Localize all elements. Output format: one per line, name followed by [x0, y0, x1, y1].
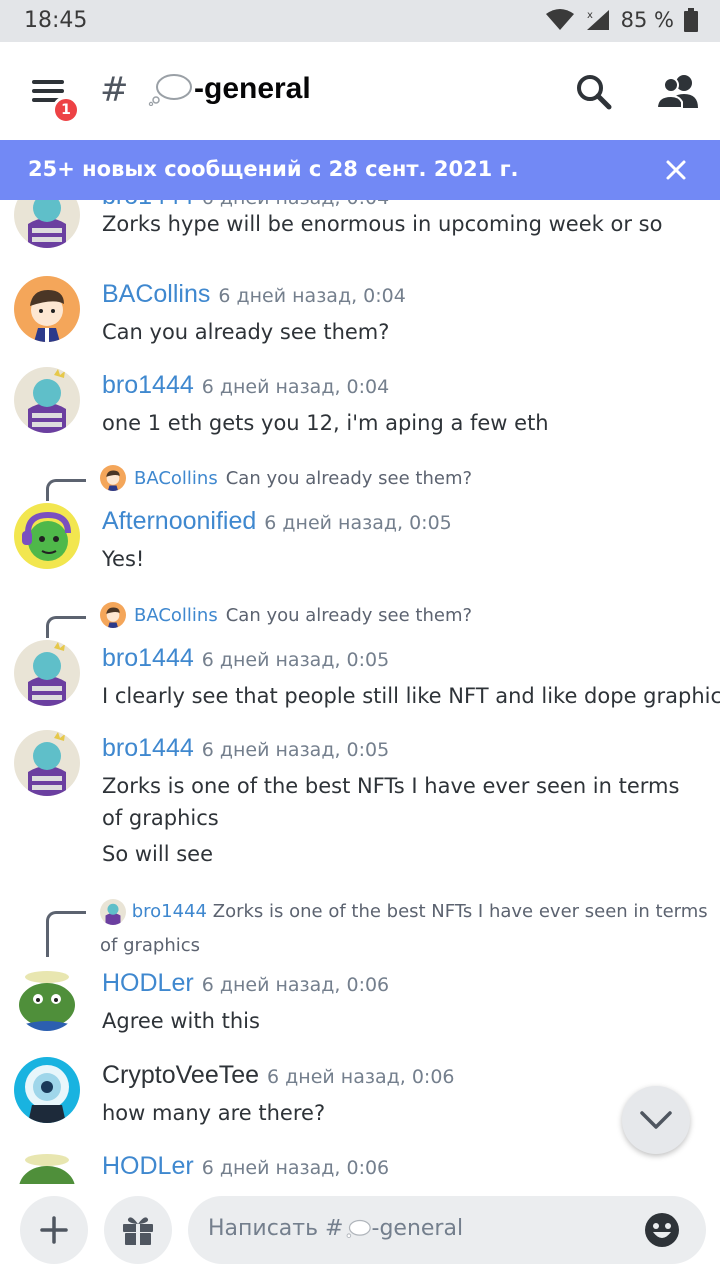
battery-icon: [684, 8, 698, 32]
username[interactable]: BACollins: [102, 280, 210, 308]
thought-bubble-icon: [148, 74, 192, 106]
wifi-icon: [545, 9, 574, 30]
message-header: CryptoVeeTee 6 дней назад, 0:06: [102, 1061, 455, 1090]
gift-icon: [123, 1217, 153, 1245]
message-text: one 1 eth gets you 12, i'm aping a few e…: [102, 411, 549, 435]
emoji-icon[interactable]: [644, 1212, 680, 1248]
message-item[interactable]: BACollins 6 дней назад, 0:04 Can you alre…: [0, 276, 720, 356]
reply-reference[interactable]: BACollins Can you already see them?: [100, 465, 472, 491]
message-text-line2: So will see: [102, 842, 213, 866]
attach-button[interactable]: [20, 1196, 88, 1264]
message-header: BACollins 6 дней назад, 0:04: [102, 280, 406, 309]
username[interactable]: HODLer: [102, 1152, 194, 1180]
reply-username: BACollins: [134, 467, 218, 489]
username[interactable]: HODLer: [102, 969, 194, 997]
new-messages-banner[interactable]: 25+ новых сообщений с 28 сент. 2021 г.: [0, 140, 720, 200]
message-composer: Написать # -general: [0, 1184, 720, 1280]
avatar[interactable]: [14, 503, 80, 569]
reply-username: bro1444: [131, 901, 207, 922]
reply-avatar: [100, 602, 126, 628]
svg-text:x: x: [587, 10, 593, 21]
message-item[interactable]: CryptoVeeTee 6 дней назад, 0:06 how many …: [0, 1057, 720, 1137]
placeholder-suffix: -general: [371, 1216, 464, 1241]
status-time: 18:45: [24, 8, 88, 33]
channel-header: 1 # -general: [0, 42, 720, 140]
search-icon[interactable]: [574, 72, 614, 112]
reply-reference[interactable]: BACollins Can you already see them?: [100, 602, 472, 628]
reply-text: Can you already see them?: [225, 604, 473, 626]
timestamp: 6 дней назад, 0:04: [201, 376, 390, 398]
message-item[interactable]: bro1444 6 дней назад, 0:05 Zorks is one o…: [0, 730, 720, 880]
username[interactable]: bro1444: [102, 644, 194, 672]
status-bar: 18:45 x 85 %: [0, 0, 720, 42]
avatar[interactable]: [14, 1057, 80, 1123]
avatar[interactable]: [14, 1148, 80, 1184]
avatar[interactable]: [14, 200, 80, 248]
signal-icon: x: [586, 10, 609, 30]
username[interactable]: bro1444: [102, 371, 194, 399]
battery-percent: 85 %: [620, 8, 674, 32]
message-input[interactable]: Написать # -general: [188, 1196, 706, 1264]
message-header: bro1444 6 дней назад, 0:05: [102, 734, 389, 763]
plus-icon: [40, 1216, 68, 1244]
timestamp: 6 дней назад, 0:04: [218, 285, 406, 307]
channel-title[interactable]: -general: [148, 72, 311, 106]
username[interactable]: bro1444: [102, 734, 194, 762]
message-header: HODLer 6 дней назад, 0:06: [102, 969, 389, 998]
username[interactable]: Afternoonified: [102, 507, 256, 535]
reply-avatar: [100, 899, 126, 925]
message-text: Zorks hype will be enormous in upcoming …: [102, 212, 663, 236]
message-item[interactable]: BACollins Can you already see them? Afte…: [0, 463, 720, 583]
jump-to-bottom-button[interactable]: [622, 1086, 690, 1154]
avatar[interactable]: [14, 965, 80, 1031]
avatar[interactable]: [14, 367, 80, 433]
message-header: bro1444 6 дней назад, 0:05: [102, 644, 389, 673]
status-right: x 85 %: [545, 8, 698, 32]
message-text: Can you already see them?: [102, 320, 390, 344]
reply-spine: [46, 616, 86, 638]
timestamp: 6 дней назад, 0:06: [201, 974, 390, 996]
message-header: bro1444 6 дней назад, 0:04: [102, 371, 389, 400]
avatar[interactable]: [14, 730, 80, 796]
close-icon[interactable]: [660, 154, 692, 186]
message-item[interactable]: bro14446 дней назад, 0:04 Zorks hype wil…: [0, 200, 720, 262]
channel-hash: #: [100, 70, 129, 110]
reply-spine: [46, 479, 86, 501]
message-text: I clearly see that people still like NFT…: [102, 684, 720, 708]
message-header: Afternoonified 6 дней назад, 0:05: [102, 507, 452, 536]
timestamp: 6 дней назад, 0:05: [201, 739, 390, 761]
thought-bubble-icon: [346, 1219, 371, 1238]
avatar[interactable]: [14, 276, 80, 342]
message-item[interactable]: HODLer 6 дней назад, 0:06: [0, 1148, 720, 1184]
placeholder-prefix: Написать #: [208, 1216, 344, 1241]
message-text: Zorks is one of the best NFTs I have eve…: [102, 774, 680, 830]
message-list[interactable]: bro1444 6 дней назад, 0:04 Zorks hype wil…: [0, 200, 720, 1184]
message-text: how many are there?: [102, 1101, 326, 1125]
message-text: Agree with this: [102, 1009, 260, 1033]
timestamp: 6 дней назад, 0:06: [267, 1066, 455, 1088]
reply-avatar: [100, 465, 126, 491]
reply-text: Can you already see them?: [225, 467, 473, 489]
banner-text: 25+ новых сообщений с 28 сент. 2021 г.: [28, 157, 519, 181]
reply-reference[interactable]: bro1444 Zorks is one of the best NFTs I …: [100, 895, 710, 963]
message-text: Yes!: [102, 547, 145, 571]
message-item[interactable]: bro1444 Zorks is one of the best NFTs I …: [0, 897, 720, 1047]
message-item[interactable]: bro1444 6 дней назад, 0:04 one 1 eth gets…: [0, 367, 720, 447]
message-input-placeholder: Написать # -general: [208, 1216, 463, 1241]
members-icon[interactable]: [654, 72, 700, 112]
channel-name: -general: [194, 72, 311, 105]
username[interactable]: CryptoVeeTee: [102, 1061, 259, 1089]
timestamp: 6 дней назад, 0:06: [201, 1157, 390, 1179]
reply-spine: [46, 911, 86, 957]
avatar[interactable]: [14, 640, 80, 706]
message-item[interactable]: BACollins Can you already see them? bro1…: [0, 600, 720, 720]
timestamp: 6 дней назад, 0:05: [201, 649, 390, 671]
message-header: HODLer 6 дней назад, 0:06: [102, 1152, 389, 1181]
unread-badge: 1: [52, 96, 80, 124]
timestamp: 6 дней назад, 0:05: [264, 512, 452, 534]
chevron-down-icon: [640, 1111, 672, 1129]
gift-button[interactable]: [104, 1196, 172, 1264]
reply-username: BACollins: [134, 604, 218, 626]
